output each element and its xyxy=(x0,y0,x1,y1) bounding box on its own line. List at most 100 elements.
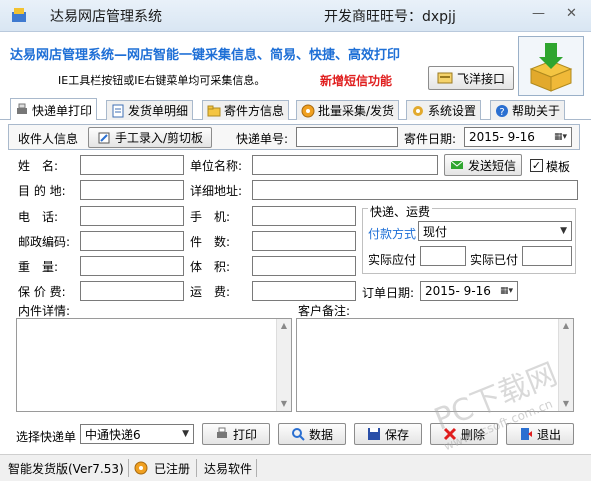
developer-contact: 开发商旺旺号：dxpjj xyxy=(324,9,456,25)
magnifier-icon xyxy=(291,428,305,441)
shipping-group-title: 快递、运费 xyxy=(368,203,433,220)
tracking-number-input[interactable] xyxy=(296,127,398,147)
pieces-input[interactable] xyxy=(252,231,356,251)
print-icon xyxy=(17,103,27,114)
postcode-input[interactable] xyxy=(80,231,184,251)
version-text: 智能发货版(Ver7.53) xyxy=(8,462,124,476)
payment-method-label: 付款方式 xyxy=(368,227,417,241)
status-divider xyxy=(256,459,257,477)
svg-text:?: ? xyxy=(499,107,504,118)
scroll-up-icon[interactable]: ▲ xyxy=(277,319,291,333)
calendar-dropdown-icon: ▦▾ xyxy=(553,132,567,142)
keyboard-icon xyxy=(437,72,453,84)
company-label: 单位名称: xyxy=(190,159,243,173)
download-logo xyxy=(518,36,584,96)
registered-text: 已注册 xyxy=(154,462,191,476)
order-date-label: 订单日期: xyxy=(362,286,415,300)
exit-button[interactable]: 退出 xyxy=(506,423,574,445)
pieces-label: 件 数: xyxy=(190,235,231,249)
save-button[interactable]: 保存 xyxy=(354,423,422,445)
minimize-button[interactable]: — xyxy=(532,6,545,21)
banner-tip: IE工具栏按钮或IE右键菜单均可采集信息。 xyxy=(58,74,266,87)
name-input[interactable] xyxy=(80,155,184,175)
tab-express-print[interactable]: 快递单打印 xyxy=(10,98,98,121)
receiver-info-label: 收件人信息 xyxy=(18,132,79,146)
weight-input[interactable] xyxy=(80,256,184,276)
chevron-down-icon: ▼ xyxy=(182,429,189,439)
box-download-icon xyxy=(529,43,573,92)
freight-input[interactable] xyxy=(252,281,356,301)
title-bar[interactable]: 达易网店管理系统 开发商旺旺号：dxpjj — ✕ xyxy=(0,0,591,32)
gear-orange-icon xyxy=(301,104,315,117)
exit-door-icon xyxy=(520,428,532,440)
mobile-label: 手 机: xyxy=(190,210,231,224)
tab-system-settings[interactable]: 系统设置 xyxy=(406,100,482,120)
send-date-label: 寄件日期: xyxy=(404,132,457,146)
volume-label: 体 积: xyxy=(190,260,231,274)
status-divider xyxy=(128,459,129,477)
postcode-label: 邮政编码: xyxy=(18,235,71,249)
company-text: 达易软件 xyxy=(204,462,253,476)
address-input[interactable] xyxy=(252,180,578,200)
customer-remark-label: 客户备注: xyxy=(298,304,351,318)
settings-icon xyxy=(413,105,423,116)
choose-courier-label: 选择快递单 xyxy=(16,430,77,444)
delete-x-icon xyxy=(443,427,457,441)
scroll-down-icon[interactable]: ▼ xyxy=(559,397,573,411)
status-divider xyxy=(196,459,197,477)
insured-fee-label: 保 价 费: xyxy=(18,285,66,299)
insured-fee-input[interactable] xyxy=(80,281,184,301)
print-button[interactable]: 打印 xyxy=(202,423,270,445)
help-icon: ? xyxy=(496,104,508,118)
close-button[interactable]: ✕ xyxy=(566,6,577,21)
printer-icon xyxy=(216,427,227,438)
manual-entry-button[interactable]: 手工录入/剪切板 xyxy=(88,127,212,148)
order-date-picker[interactable]: 2015- 9-16 ▦▾ xyxy=(420,281,518,301)
tab-batch-collect[interactable]: 批量采集/发货 xyxy=(296,100,400,120)
new-feature-text: 新增短信功能 xyxy=(320,74,393,88)
paid-input[interactable] xyxy=(522,246,572,266)
send-date-picker[interactable]: 2015- 9-16 ▦▾ xyxy=(464,127,572,147)
scroll-up-icon[interactable]: ▲ xyxy=(559,319,573,333)
phone-label: 电 话: xyxy=(18,210,59,224)
destination-input[interactable] xyxy=(80,180,184,200)
scrollbar[interactable]: ▲ ▼ xyxy=(558,319,573,411)
feixiang-interface-button[interactable]: 飞洋接口 xyxy=(428,66,514,90)
customer-remark-textarea[interactable]: ▲ ▼ xyxy=(296,318,574,412)
phone-input[interactable] xyxy=(80,206,184,226)
delete-button[interactable]: 删除 xyxy=(430,423,498,445)
template-label: 模板 xyxy=(546,160,571,174)
freight-label: 运 费: xyxy=(190,285,231,299)
mobile-input[interactable] xyxy=(252,206,356,226)
tab-bar: 快递单打印 发货单明细 寄件方信息 批量采集/发货 系统设置 ? 帮助关于 xyxy=(0,98,591,121)
courier-select[interactable]: 中通快递6 ▼ xyxy=(80,424,194,444)
floppy-disk-icon xyxy=(367,428,380,440)
chevron-down-icon: ▼ xyxy=(560,226,567,236)
send-sms-button[interactable]: 发送短信 xyxy=(444,154,522,176)
app-icon xyxy=(12,8,26,22)
window-title: 达易网店管理系统 xyxy=(50,9,162,25)
item-detail-textarea[interactable]: ▲ ▼ xyxy=(16,318,292,412)
scroll-down-icon[interactable]: ▼ xyxy=(277,397,291,411)
document-icon xyxy=(112,104,124,117)
address-label: 详细地址: xyxy=(190,184,243,198)
template-checkbox[interactable]: ✓ xyxy=(530,159,543,172)
banner-slogan: 达易网店管理系统—网店智能一键采集信息、简易、快捷、高效打印 xyxy=(10,48,401,63)
company-input[interactable] xyxy=(252,155,438,175)
destination-label: 目 的 地: xyxy=(18,184,66,198)
tab-sender-info[interactable]: 寄件方信息 xyxy=(202,100,290,120)
paid-label: 实际已付 xyxy=(470,253,519,267)
volume-input[interactable] xyxy=(252,256,356,276)
tracking-number-label: 快递单号: xyxy=(236,132,289,146)
calendar-dropdown-icon: ▦▾ xyxy=(499,286,513,296)
weight-label: 重 量: xyxy=(18,260,59,274)
tab-help-about[interactable]: ? 帮助关于 xyxy=(490,100,566,120)
sms-icon xyxy=(450,160,464,169)
data-button[interactable]: 数据 xyxy=(278,423,346,445)
status-bar: 智能发货版(Ver7.53) 已注册 达易软件 xyxy=(0,454,591,481)
tab-shipment-details[interactable]: 发货单明细 xyxy=(106,100,194,120)
payment-method-select[interactable]: 现付 ▼ xyxy=(418,221,572,241)
should-pay-input[interactable] xyxy=(420,246,466,266)
folder-icon xyxy=(207,105,221,116)
scrollbar[interactable]: ▲ ▼ xyxy=(276,319,291,411)
